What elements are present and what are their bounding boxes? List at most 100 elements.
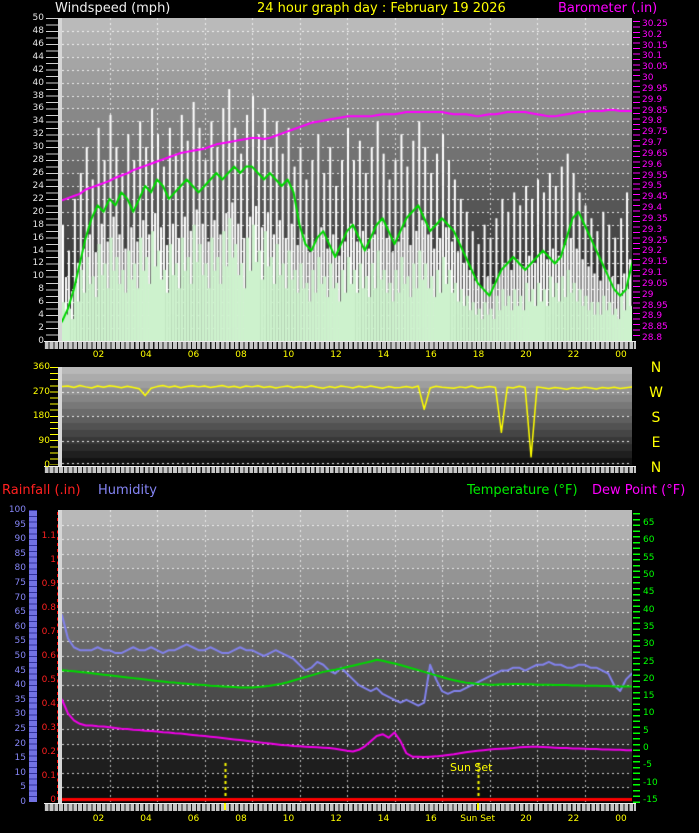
barometer-tick-label: 29.05 xyxy=(642,278,668,289)
dew-point-title: Dew Point (°F) xyxy=(592,483,686,498)
rainfall-title: Rainfall (.in) xyxy=(2,483,81,498)
top-hour-label: 08 xyxy=(235,350,247,360)
rain-humidity-temp-dew-chart-canvas xyxy=(62,510,632,802)
barometer-tick-label: 30.1 xyxy=(642,51,663,62)
windspeed-tick-label: 50 xyxy=(32,13,44,23)
barometer-title: Barometer (.in) xyxy=(558,1,658,16)
direction-letter: N xyxy=(650,360,662,376)
humidity-tick-label: 95 xyxy=(14,519,26,530)
humidity-tick-label: 5 xyxy=(20,782,26,793)
sunrise-ruler-tick xyxy=(224,803,226,810)
top-hour-label: 02 xyxy=(92,350,105,360)
temperature-tick-label: 10 xyxy=(643,708,655,719)
barometer-tick-label: 29 xyxy=(642,289,654,300)
windspeed-axis-ticks xyxy=(46,18,58,341)
windspeed-tick-label: 32 xyxy=(32,129,44,140)
windspeed-tick-label: 16 xyxy=(32,232,44,243)
top-hour-label: 20 xyxy=(520,350,532,360)
barometer-tick-label: 29.95 xyxy=(642,83,668,94)
top-hour-label: 10 xyxy=(282,350,295,360)
windspeed-tick-label: 26 xyxy=(32,168,44,179)
barometer-tick-label: 29.25 xyxy=(642,235,668,246)
windspeed-tick-label: 20 xyxy=(32,206,44,217)
top-hour-label: 06 xyxy=(187,350,200,360)
windspeed-tick-label: 28 xyxy=(32,155,44,166)
windspeed-tick-label: 48 xyxy=(32,25,44,36)
direction-letter: W xyxy=(649,385,663,401)
humidity-tick-label: 60 xyxy=(14,621,26,632)
windspeed-title: Windspeed (mph) xyxy=(55,1,171,16)
direction-tick-label: 0 xyxy=(44,460,50,470)
windspeed-barometer-chart-canvas xyxy=(62,18,632,341)
direction-tick-label: 90 xyxy=(38,435,50,446)
temperature-tick-label: 0 xyxy=(643,743,649,754)
temperature-tick-label: -5 xyxy=(643,760,652,771)
humidity-tick-label: 15 xyxy=(14,753,26,764)
barometer-tick-label: 28.95 xyxy=(642,300,668,311)
temperature-axis-ticks xyxy=(633,513,640,803)
humidity-tick-label: 90 xyxy=(14,534,26,545)
temperature-tick-label: 5 xyxy=(643,725,649,736)
barometer-tick-label: 29.7 xyxy=(642,138,663,149)
windspeed-tick-label: 18 xyxy=(32,219,44,230)
barometer-tick-label: 29.9 xyxy=(642,94,663,105)
bottom-hour-label: 14 xyxy=(377,814,390,824)
barometer-tick-label: 29.65 xyxy=(642,148,668,159)
barometer-tick-label: 30.2 xyxy=(642,29,663,40)
windspeed-tick-label: 24 xyxy=(32,180,44,191)
windspeed-tick-label: 46 xyxy=(32,38,44,49)
top-hour-label: 14 xyxy=(377,350,390,360)
humidity-tick-label: 25 xyxy=(14,724,26,734)
bottom-hour-label: 06 xyxy=(187,814,200,824)
windspeed-tick-label: 44 xyxy=(32,51,44,62)
barometer-tick-label: 29.4 xyxy=(642,203,663,214)
temperature-tick-label: 50 xyxy=(643,569,655,580)
windspeed-tick-label: 42 xyxy=(32,64,44,75)
direction-axis-ticks xyxy=(50,367,58,465)
sunset-chart-label: Sun Set xyxy=(450,761,493,774)
bottom-hour-label: 08 xyxy=(235,814,247,824)
humidity-tick-label: 100 xyxy=(8,505,26,515)
bottom-hour-label: 04 xyxy=(140,814,152,824)
temperature-tick-label: 60 xyxy=(643,535,655,546)
bottom-hour-ruler xyxy=(44,803,636,811)
barometer-tick-label: 30.25 xyxy=(642,19,668,29)
barometer-axis-ticks xyxy=(633,21,640,339)
windspeed-tick-label: 8 xyxy=(38,284,44,295)
humidity-tick-label: 0 xyxy=(20,797,26,807)
humidity-tick-label: 85 xyxy=(14,548,26,559)
barometer-tick-label: 28.85 xyxy=(642,322,668,333)
barometer-tick-label: 29.35 xyxy=(642,213,668,224)
temperature-tick-label: -15 xyxy=(643,795,658,805)
barometer-tick-label: 29.8 xyxy=(642,116,663,127)
barometer-tick-label: 29.2 xyxy=(642,246,663,257)
temperature-tick-label: 40 xyxy=(643,604,655,615)
top-hour-label: 00 xyxy=(615,350,627,360)
humidity-tick-label: 55 xyxy=(14,636,26,647)
direction-letter: S xyxy=(651,410,661,426)
barometer-tick-label: 30.05 xyxy=(642,62,668,73)
top-hour-label: 16 xyxy=(425,350,437,360)
barometer-tick-label: 29.45 xyxy=(642,192,668,203)
humidity-tick-label: 30 xyxy=(14,709,26,720)
temperature-title: Temperature (°F) xyxy=(467,483,578,498)
bottom-hour-label: 10 xyxy=(282,814,295,824)
sunset-ruler-tick xyxy=(477,803,479,810)
direction-tick-label: 180 xyxy=(32,411,50,421)
windspeed-tick-label: 40 xyxy=(32,77,44,88)
temperature-tick-label: 45 xyxy=(643,587,655,598)
barometer-tick-label: 30 xyxy=(642,73,654,84)
barometer-tick-label: 29.55 xyxy=(642,170,668,181)
humidity-tick-label: 20 xyxy=(14,738,26,749)
windspeed-tick-label: 34 xyxy=(32,116,44,127)
mid-ruler xyxy=(44,466,636,473)
bottom-sunset-hour-label: Sun Set xyxy=(460,814,495,824)
windspeed-tick-label: 22 xyxy=(32,193,44,204)
bottom-hour-label: 20 xyxy=(520,814,532,824)
temperature-tick-label: 65 xyxy=(643,518,655,528)
bottom-hour-label: 16 xyxy=(425,814,437,824)
barometer-tick-label: 29.5 xyxy=(642,181,663,192)
bottom-hour-label: 12 xyxy=(330,814,342,824)
date-title: 24 hour graph day : February 19 2026 xyxy=(257,1,506,16)
wind-direction-chart-canvas xyxy=(62,367,632,465)
